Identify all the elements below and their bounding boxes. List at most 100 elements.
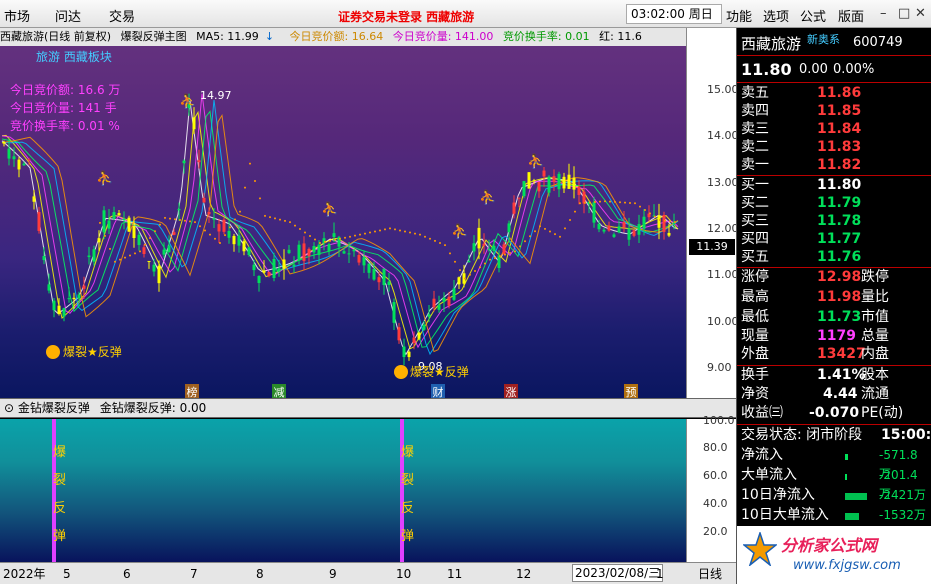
trend-dot <box>379 229 381 232</box>
candle-body <box>382 268 386 286</box>
trend-dot <box>664 219 666 222</box>
candle-body <box>417 332 421 339</box>
menu-function[interactable]: 功能 <box>726 6 752 25</box>
candle-body <box>112 212 116 219</box>
trend-dot <box>614 200 616 203</box>
bid-row[interactable]: 买五 11.76 <box>741 248 929 267</box>
menu-trade[interactable]: 交易 <box>109 6 135 25</box>
trend-dot <box>524 240 526 243</box>
close-icon[interactable]: ✕ <box>915 6 926 21</box>
candle-body <box>277 268 281 272</box>
trend-dot <box>414 232 416 235</box>
candle-body <box>142 247 146 255</box>
clock-weekday: 周日 <box>688 7 713 21</box>
quote-panel: 西藏旅游 新奥系 600749 11.80 0.00 0.00% 卖五 11.86… <box>736 28 931 584</box>
trend-dot <box>424 235 426 238</box>
trend-dot <box>309 235 311 238</box>
candle-body <box>392 302 396 323</box>
ask-row[interactable]: 卖四 11.85 <box>741 102 929 121</box>
sub-indicator-chart[interactable]: 爆裂反弹 爆裂反弹 <box>0 419 686 562</box>
candle-body <box>62 308 66 317</box>
candle-body <box>132 226 136 239</box>
trend-dot <box>629 201 631 204</box>
trend-dot <box>589 201 591 204</box>
candle-body <box>642 216 646 229</box>
candle-body <box>192 117 196 130</box>
trend-dot <box>479 266 481 269</box>
high-price-mark: 14.97 <box>200 89 232 102</box>
trend-dot <box>154 230 156 233</box>
flow-bar <box>845 513 859 520</box>
menu-wenda[interactable]: 问达 <box>55 6 81 25</box>
period-mode[interactable]: 日线 <box>698 564 722 584</box>
candle-body <box>607 225 611 231</box>
collapse-icon[interactable]: ⊙ <box>4 401 14 415</box>
candle-body <box>627 228 631 240</box>
time-tick: 9 <box>329 567 337 581</box>
flow-bar <box>845 474 847 480</box>
candle-body <box>482 243 486 246</box>
menu-options[interactable]: 选项 <box>763 6 789 25</box>
red-label: 红: 11.6 <box>599 30 642 43</box>
trend-dot <box>514 250 516 253</box>
ma5-label: MA5: 11.99 ↓ <box>196 30 275 43</box>
candle-body <box>602 229 606 232</box>
bid-row[interactable]: 买三 11.78 <box>741 212 929 231</box>
cursor-date: 2023/02/08/三 <box>572 564 664 582</box>
stock-tag[interactable]: 新奥系 <box>807 31 840 47</box>
trend-dot <box>364 232 366 235</box>
trend-dot <box>269 216 271 219</box>
menu-layout[interactable]: 版面 <box>838 6 864 25</box>
minimize-icon[interactable]: – <box>880 6 887 21</box>
candle-body <box>527 172 531 189</box>
trend-dot <box>109 247 111 250</box>
ask-row[interactable]: 卖三 11.84 <box>741 120 929 139</box>
trend-dot <box>369 231 371 234</box>
maximize-icon[interactable]: □ <box>898 6 910 21</box>
trend-dot <box>214 237 216 240</box>
chart-title[interactable]: 西藏旅游(日线 前复权) <box>0 30 111 43</box>
candle-body <box>562 176 566 189</box>
candle-body <box>247 247 251 255</box>
flow-bar <box>845 454 848 460</box>
sub-title[interactable]: 金钻爆裂反弹 <box>18 401 90 415</box>
rebound-signal-icon <box>394 365 408 379</box>
candle-body <box>612 234 616 237</box>
trend-dot <box>609 200 611 203</box>
trend-dot <box>219 241 221 244</box>
candle-body <box>297 244 301 261</box>
candle-body <box>137 234 141 246</box>
bid-row[interactable]: 买二 11.79 <box>741 194 929 213</box>
trend-dot <box>594 201 596 204</box>
trend-dot <box>659 219 661 222</box>
candle-body <box>442 297 446 302</box>
candle-body <box>577 186 581 195</box>
flow-row: 净流入 -571.8万 <box>741 447 918 481</box>
stat-row: 最低 11.73 市值 <box>741 309 889 325</box>
menu-market[interactable]: 市场 <box>4 6 30 25</box>
candle-body <box>37 212 41 231</box>
time-tick: 7 <box>190 567 198 581</box>
menu-formula[interactable]: 公式 <box>800 6 826 25</box>
flow-bar <box>845 493 867 500</box>
formula-name[interactable]: 爆裂反弹主图 <box>121 30 187 43</box>
trend-dot <box>384 228 386 231</box>
ask-row[interactable]: 卖二 11.83 <box>741 138 929 157</box>
candle-body <box>147 260 151 262</box>
divider <box>737 55 931 56</box>
trend-dot <box>104 234 106 237</box>
trend-dot <box>234 218 236 221</box>
candle-body <box>637 224 641 235</box>
ask-row[interactable]: 卖五 11.86 <box>741 84 929 103</box>
bid-row[interactable]: 买四 11.77 <box>741 230 929 249</box>
time-tick: 1 <box>656 567 664 581</box>
bid-row[interactable]: 买一 11.80 <box>741 176 929 195</box>
trend-dot <box>534 230 536 233</box>
candle-body <box>477 227 481 249</box>
trend-dot <box>489 258 491 261</box>
ask-row[interactable]: 卖一 11.82 <box>741 156 929 175</box>
trend-dot <box>604 200 606 203</box>
trend-dot <box>584 201 586 204</box>
trend-dot <box>149 236 151 239</box>
trend-dot <box>409 231 411 234</box>
